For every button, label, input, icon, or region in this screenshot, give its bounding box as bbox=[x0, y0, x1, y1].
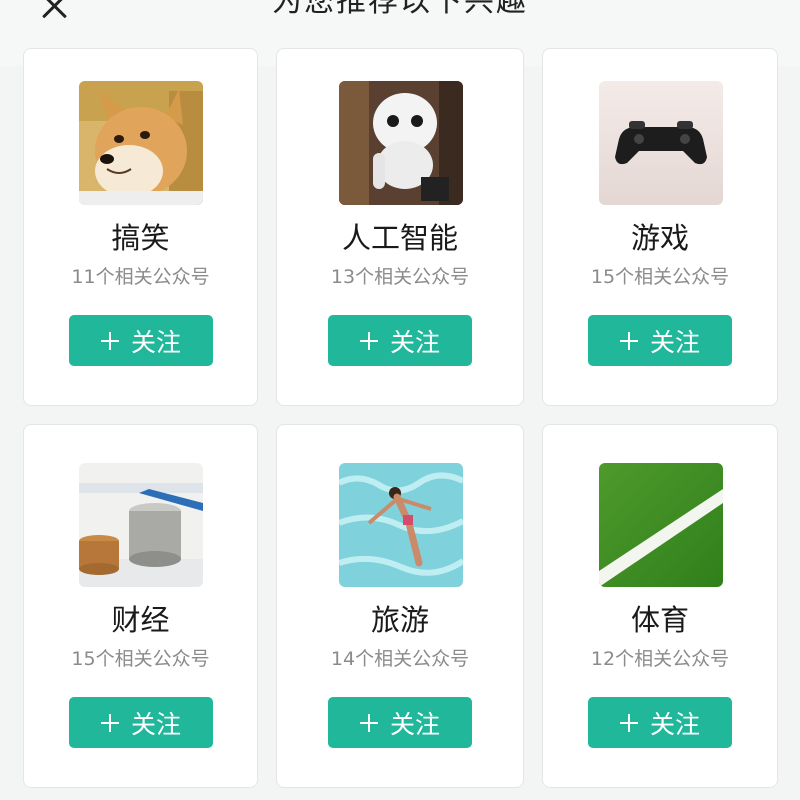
follow-button[interactable]: 关注 bbox=[328, 315, 472, 366]
follow-button-label: 关注 bbox=[389, 327, 440, 357]
follow-button[interactable]: 关注 bbox=[69, 315, 213, 366]
plus-icon bbox=[359, 331, 378, 350]
game-controller-image bbox=[599, 81, 723, 205]
follow-button-label: 关注 bbox=[389, 709, 440, 739]
plus-icon bbox=[100, 713, 119, 732]
follow-button-label: 关注 bbox=[649, 709, 700, 739]
soccer-field-image bbox=[599, 463, 723, 587]
card-count: 11个相关公众号 bbox=[71, 266, 210, 288]
plus-icon bbox=[619, 331, 638, 350]
interest-card[interactable]: 人工智能 13个相关公众号 关注 bbox=[276, 48, 524, 406]
interest-card[interactable]: 搞笑 11个相关公众号 关注 bbox=[23, 48, 258, 406]
card-count: 15个相关公众号 bbox=[590, 266, 730, 288]
card-title: 财经 bbox=[111, 603, 170, 637]
follow-button-label: 关注 bbox=[130, 327, 181, 357]
robot-image bbox=[339, 81, 463, 205]
card-title: 搞笑 bbox=[111, 221, 170, 255]
card-count: 13个相关公众号 bbox=[330, 266, 470, 288]
plus-icon bbox=[359, 713, 378, 732]
follow-button[interactable]: 关注 bbox=[588, 315, 732, 366]
shiba-dog-image bbox=[79, 81, 203, 205]
coin-stacks-image bbox=[79, 463, 203, 587]
follow-button[interactable]: 关注 bbox=[328, 697, 472, 748]
interest-card[interactable]: 体育 12个相关公众号 关注 bbox=[542, 424, 778, 788]
interest-card[interactable]: 旅游 14个相关公众号 关注 bbox=[276, 424, 524, 788]
card-count: 15个相关公众号 bbox=[71, 648, 210, 670]
page-title: 为您推荐以下兴趣 bbox=[272, 0, 528, 19]
interest-card[interactable]: 财经 15个相关公众号 关注 bbox=[23, 424, 258, 788]
plus-icon bbox=[100, 331, 119, 350]
card-title: 体育 bbox=[630, 603, 689, 637]
interest-card[interactable]: 游戏 15个相关公众号 关注 bbox=[542, 48, 778, 406]
card-count: 14个相关公众号 bbox=[330, 648, 470, 670]
card-title: 游戏 bbox=[630, 221, 689, 255]
swimmer-pool-image bbox=[339, 463, 463, 587]
card-title: 旅游 bbox=[370, 603, 429, 637]
follow-button-label: 关注 bbox=[649, 327, 700, 357]
follow-button-label: 关注 bbox=[130, 709, 181, 739]
plus-icon bbox=[619, 713, 638, 732]
follow-button[interactable]: 关注 bbox=[588, 697, 732, 748]
card-count: 12个相关公众号 bbox=[590, 648, 730, 670]
card-title: 人工智能 bbox=[341, 221, 458, 255]
follow-button[interactable]: 关注 bbox=[69, 697, 213, 748]
